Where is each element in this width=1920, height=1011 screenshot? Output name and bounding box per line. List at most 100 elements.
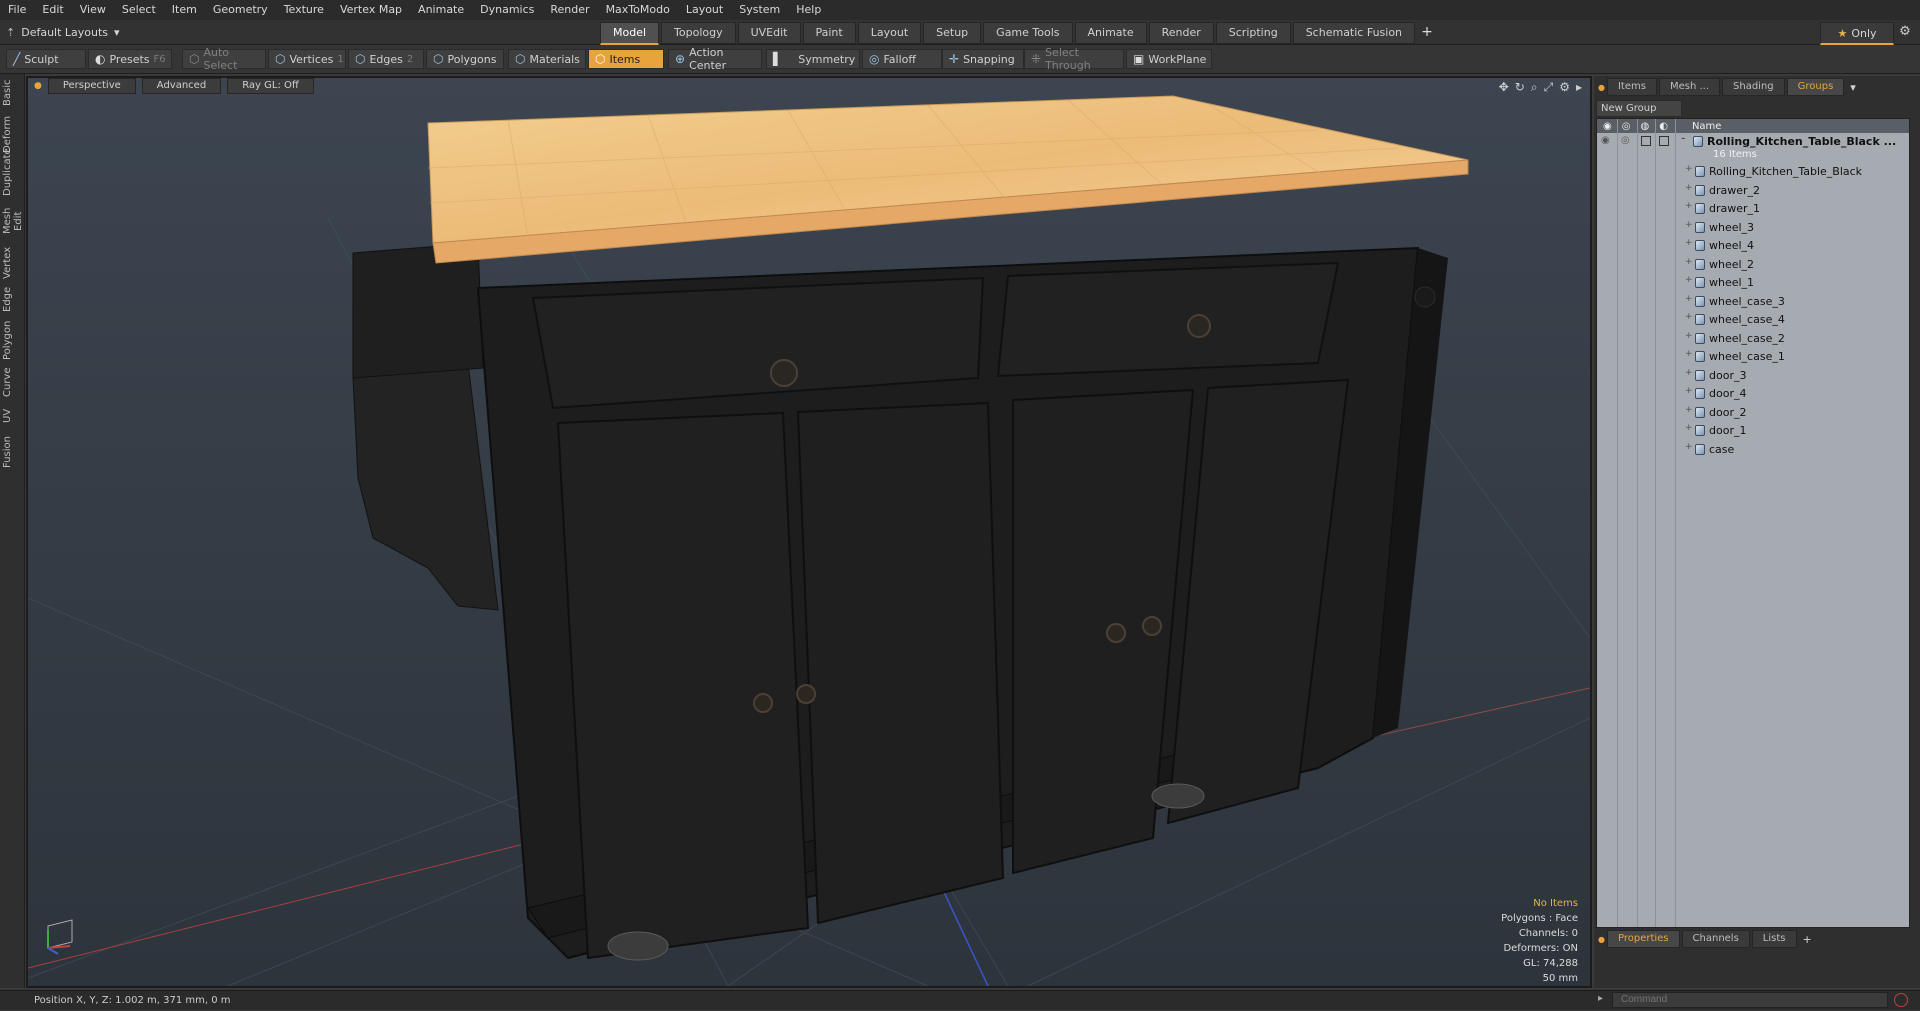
panel-menu-dot[interactable]: ● (1598, 83, 1605, 92)
bottom-tab-properties[interactable]: Properties (1606, 930, 1680, 948)
menu-edit[interactable]: Edit (34, 0, 71, 20)
rotate-icon[interactable]: ↻ (1515, 80, 1525, 95)
tree-row[interactable]: + wheel_case_3 (1597, 293, 1909, 311)
workplane-button[interactable]: ▣ WorkPlane (1126, 49, 1212, 69)
palette-tab-polygon[interactable]: Polygon (2, 318, 22, 362)
tree-row[interactable]: + drawer_1 (1597, 200, 1909, 218)
tree-row[interactable]: + wheel_case_4 (1597, 311, 1909, 329)
palette-tab-basic[interactable]: Basic (2, 78, 22, 108)
menu-item[interactable]: Item (164, 0, 205, 20)
stop-icon[interactable] (1894, 993, 1908, 1007)
add-tab-icon[interactable]: + (1803, 933, 1812, 946)
presets-button[interactable]: ◐ Presets F6 (88, 49, 172, 69)
menu-layout[interactable]: Layout (678, 0, 731, 20)
pan-icon[interactable]: ✥ (1499, 80, 1509, 95)
sculpt-button[interactable]: ╱ Sculpt (6, 49, 86, 69)
properties-menu-dot[interactable]: ● (1598, 935, 1605, 944)
tab-setup[interactable]: Setup (923, 22, 982, 44)
edges-icon: ⬡ (355, 52, 366, 66)
palette-tab-vertex[interactable]: Vertex (2, 246, 22, 280)
menu-geometry[interactable]: Geometry (205, 0, 276, 20)
tab-paint[interactable]: Paint (802, 22, 856, 44)
polygons-button[interactable]: ⬡ Polygons (426, 49, 504, 69)
tree-row[interactable]: + wheel_2 (1597, 256, 1909, 274)
palette-tab-mesh-edit[interactable]: Mesh Edit (2, 200, 24, 242)
collapse-icon[interactable]: – (1681, 134, 1686, 144)
menu-maxtomodo[interactable]: MaxToModo (598, 0, 678, 20)
tree-row[interactable]: + wheel_3 (1597, 219, 1909, 237)
play-icon[interactable]: ▸ (1576, 80, 1582, 95)
tree-row[interactable]: + drawer_2 (1597, 182, 1909, 200)
zoom-icon[interactable]: ⌕ (1531, 80, 1538, 95)
menu-texture[interactable]: Texture (276, 0, 332, 20)
select-checkbox[interactable] (1659, 136, 1669, 146)
layout-dropdown[interactable]: ⇡ Default Layouts ▾ (6, 23, 120, 41)
tree-row[interactable]: + wheel_case_1 (1597, 348, 1909, 366)
tree-row[interactable]: + wheel_1 (1597, 274, 1909, 292)
tree-row[interactable]: + door_1 (1597, 422, 1909, 440)
tree-row[interactable]: + door_2 (1597, 404, 1909, 422)
menu-view[interactable]: View (72, 0, 114, 20)
tree-row[interactable]: + Rolling_Kitchen_Table_Black (1597, 163, 1909, 181)
menu-vertex-map[interactable]: Vertex Map (332, 0, 410, 20)
tab-schematic-fusion[interactable]: Schematic Fusion (1292, 22, 1416, 44)
tab-scripting[interactable]: Scripting (1215, 22, 1291, 44)
add-tab-icon[interactable]: + (1417, 22, 1437, 42)
select-through-button[interactable]: ⁜ Select Through (1024, 46, 1124, 72)
chevron-down-icon[interactable]: ▾ (1850, 81, 1856, 94)
snapping-button[interactable]: ✛ Snapping (942, 49, 1024, 69)
menu-file[interactable]: File (0, 0, 34, 20)
falloff-button[interactable]: ◎ Falloff (862, 49, 942, 69)
action-center-button[interactable]: ⊕ Action Center (668, 46, 762, 72)
items-button[interactable]: ⬡ Items (588, 49, 664, 69)
materials-button[interactable]: ⬡ Materials (508, 49, 586, 69)
bottom-tab-lists[interactable]: Lists (1751, 930, 1797, 948)
tab-render[interactable]: Render (1148, 22, 1214, 44)
panel-tab-groups[interactable]: Groups (1786, 78, 1845, 96)
tab-uvedit[interactable]: UVEdit (737, 22, 801, 44)
auto-select-button[interactable]: ⬡ Auto Select (182, 46, 266, 72)
palette-tab-fusion[interactable]: Fusion (2, 434, 22, 470)
eye-icon[interactable]: ◉ (1601, 135, 1610, 146)
render-icon[interactable]: ◎ (1621, 135, 1630, 146)
menu-animate[interactable]: Animate (410, 0, 472, 20)
palette-tab-edge[interactable]: Edge (2, 284, 22, 314)
tab-animate[interactable]: Animate (1074, 22, 1147, 44)
menu-help[interactable]: Help (788, 0, 829, 20)
menu-render[interactable]: Render (542, 0, 597, 20)
lock-checkbox[interactable] (1641, 136, 1651, 146)
symmetry-button[interactable]: ▌ Symmetry (766, 49, 860, 69)
menu-system[interactable]: System (731, 0, 788, 20)
shading-mode-button[interactable]: Advanced (141, 78, 222, 94)
panel-tab-items[interactable]: Items (1606, 78, 1657, 96)
gear-icon[interactable]: ⚙ (1896, 23, 1914, 41)
new-group-button[interactable]: New Group (1596, 100, 1682, 117)
raygl-button[interactable]: Ray GL: Off (227, 78, 314, 94)
tab-layout[interactable]: Layout (857, 22, 922, 44)
tab-model[interactable]: Model (600, 22, 660, 45)
menu-select[interactable]: Select (114, 0, 164, 20)
panel-tab-mesh[interactable]: Mesh ... (1658, 78, 1721, 96)
palette-tab-uv[interactable]: UV (2, 402, 22, 430)
tree-row[interactable]: + door_3 (1597, 367, 1909, 385)
tab-topology[interactable]: Topology (661, 22, 736, 44)
vertices-button[interactable]: ⬡ Vertices 1 (268, 49, 346, 69)
3d-viewport[interactable]: ● Perspective Advanced Ray GL: Off ✥ ↻ ⌕… (26, 76, 1592, 988)
edges-button[interactable]: ⬡ Edges 2 (348, 49, 424, 69)
palette-tab-curve[interactable]: Curve (2, 366, 22, 398)
viewport-menu-dot[interactable]: ● (34, 81, 42, 91)
command-input[interactable] (1612, 992, 1888, 1008)
tree-row[interactable]: + case (1597, 441, 1909, 459)
tree-row[interactable]: + wheel_4 (1597, 237, 1909, 255)
settings-icon[interactable]: ⚙ (1559, 80, 1570, 95)
panel-tab-shading[interactable]: Shading (1722, 78, 1785, 96)
tab-game-tools[interactable]: Game Tools (983, 22, 1073, 44)
view-mode-button[interactable]: Perspective (47, 78, 136, 94)
tree-row[interactable]: + door_4 (1597, 385, 1909, 403)
bottom-tab-channels[interactable]: Channels (1681, 930, 1750, 948)
only-toggle[interactable]: ★ Only (1820, 22, 1894, 45)
tree-row[interactable]: + wheel_case_2 (1597, 330, 1909, 348)
fit-icon[interactable]: ⤢ (1544, 80, 1554, 95)
menu-dynamics[interactable]: Dynamics (472, 0, 542, 20)
palette-tab-duplicate[interactable]: Duplicate (2, 148, 22, 196)
